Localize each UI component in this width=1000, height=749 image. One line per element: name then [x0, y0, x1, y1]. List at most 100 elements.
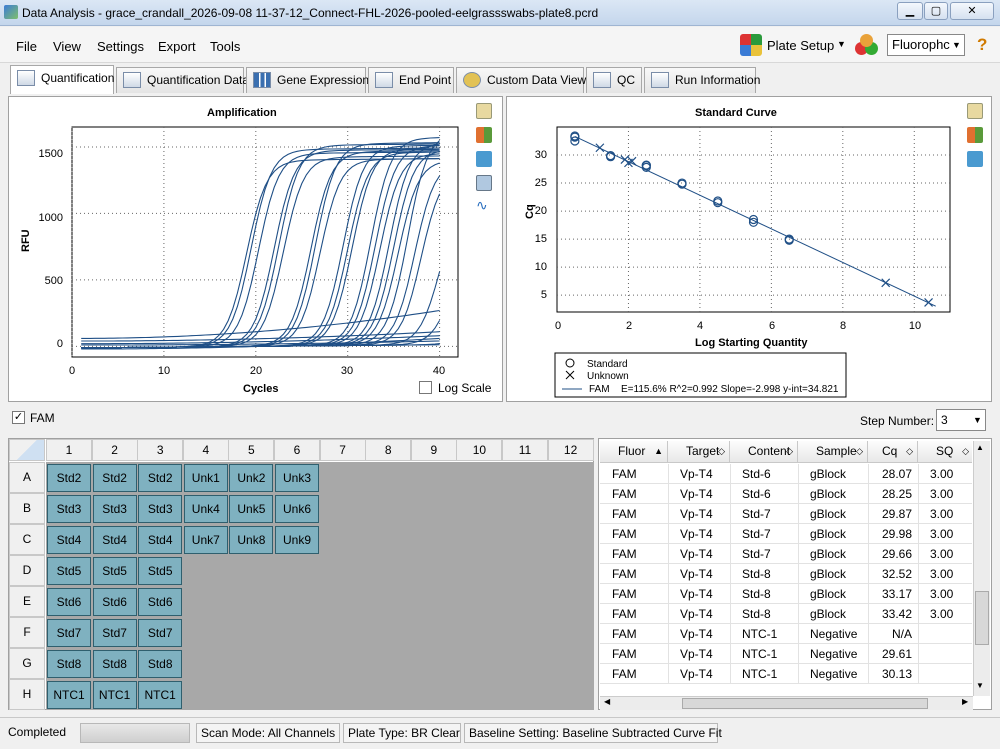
plate-row-header[interactable]: F [9, 617, 45, 648]
export-icon[interactable] [967, 151, 983, 167]
menu-file[interactable]: File [16, 39, 37, 54]
table-row[interactable]: FAM Vp-T4 Std-7 gBlock 29.87 3.00 [600, 504, 972, 524]
plate-setup-button[interactable]: Plate Setup ▼ [738, 31, 846, 59]
amplification-chart[interactable]: Cycles RFU 1500 1000 500 0 0 10 20 30 40 [9, 97, 479, 403]
menu-view[interactable]: View [53, 39, 81, 54]
tab-run-information[interactable]: Run Information [644, 67, 760, 93]
well-group-icon[interactable] [855, 34, 879, 56]
plate-column-header[interactable]: 8 [365, 439, 412, 461]
menu-tools[interactable]: Tools [210, 39, 240, 54]
column-header[interactable]: Target ◇ [668, 441, 730, 463]
table-row[interactable]: FAM Vp-T4 Std-8 gBlock 33.17 3.00 [600, 584, 972, 604]
fluorophore-select[interactable]: Fluorophc ▼ [887, 34, 965, 56]
export-icon[interactable] [476, 151, 492, 167]
standard-curve-chart[interactable]: Cq Log Starting Quantity 30 25 20 15 10 … [507, 97, 967, 403]
select-all-corner[interactable] [9, 439, 45, 461]
plate-well[interactable]: Std3 [138, 495, 183, 523]
plate-well[interactable]: Std6 [47, 588, 91, 616]
plate-well[interactable]: Unk7 [183, 526, 228, 554]
plate-well[interactable]: Std7 [92, 619, 137, 647]
plate-well[interactable]: Unk6 [275, 495, 319, 523]
plate-row-header[interactable]: H [9, 679, 45, 710]
plate-well[interactable]: NTC1 [138, 681, 183, 709]
close-button[interactable]: ✕ [950, 2, 994, 20]
plate-well[interactable]: Unk2 [229, 464, 274, 492]
plate-well[interactable]: Unk5 [229, 495, 274, 523]
tab-gene-expression[interactable]: Gene Expression [246, 67, 369, 93]
plate-column-header[interactable]: 7 [319, 439, 366, 461]
plate-column-header[interactable]: 6 [274, 439, 320, 461]
plate-well[interactable]: Std5 [138, 557, 183, 585]
plate-well[interactable]: Unk9 [275, 526, 319, 554]
column-header[interactable]: Fluor ▲ [600, 441, 668, 463]
chart-options-icon[interactable] [967, 127, 983, 143]
table-row[interactable]: FAM Vp-T4 Std-6 gBlock 28.25 3.00 [600, 484, 972, 504]
plate-well[interactable]: Std5 [92, 557, 137, 585]
plate-column-header[interactable]: 5 [228, 439, 275, 461]
tab-quantification[interactable]: Quantification [10, 65, 114, 94]
plate-well[interactable]: NTC1 [92, 681, 137, 709]
minimize-button[interactable]: ▁ [897, 2, 923, 20]
plate-well[interactable]: Std3 [92, 495, 137, 523]
scroll-right-icon[interactable]: ▶ [962, 697, 968, 706]
plate-well[interactable]: Std5 [47, 557, 91, 585]
tab-custom-data-view[interactable]: Custom Data View [456, 67, 586, 93]
column-header[interactable]: SQ ◇ [918, 441, 972, 463]
fam-checkbox[interactable]: ✓ [12, 411, 25, 424]
plate-well[interactable]: Std4 [138, 526, 183, 554]
help-icon[interactable]: ? [977, 35, 987, 55]
sort-icon[interactable]: ▲ [654, 441, 663, 462]
plate-well[interactable]: Std8 [92, 650, 137, 678]
log-scale-checkbox[interactable] [419, 381, 432, 394]
plate-well[interactable]: Unk1 [183, 464, 228, 492]
plate-well[interactable]: Std7 [138, 619, 183, 647]
plate-well[interactable]: Std2 [47, 464, 91, 492]
plate-well[interactable]: Std4 [92, 526, 137, 554]
plate-column-header[interactable]: 9 [410, 439, 457, 461]
plate-well[interactable]: Std2 [138, 464, 183, 492]
scroll-thumb[interactable] [975, 591, 989, 645]
h-scroll-thumb[interactable] [682, 698, 928, 709]
table-row[interactable]: FAM Vp-T4 NTC-1 Negative 30.13 [600, 664, 972, 684]
table-row[interactable]: FAM Vp-T4 NTC-1 Negative 29.61 [600, 644, 972, 664]
scroll-down-icon[interactable]: ▼ [976, 681, 984, 690]
plate-well[interactable]: Std6 [138, 588, 183, 616]
step-number-select[interactable]: 3 ▼ [936, 409, 986, 431]
plate-row-header[interactable]: D [9, 555, 45, 586]
table-row[interactable]: FAM Vp-T4 Std-6 gBlock 28.07 3.00 [600, 464, 972, 484]
menu-settings[interactable]: Settings [97, 39, 144, 54]
column-header[interactable]: Sample ◇ [798, 441, 868, 463]
table-row[interactable]: FAM Vp-T4 Std-7 gBlock 29.98 3.00 [600, 524, 972, 544]
table-row[interactable]: FAM Vp-T4 Std-7 gBlock 29.66 3.00 [600, 544, 972, 564]
trace-style-icon[interactable]: ∿ [476, 197, 492, 213]
table-row[interactable]: FAM Vp-T4 Std-8 gBlock 33.42 3.00 [600, 604, 972, 624]
plate-column-header[interactable]: 12 [547, 439, 594, 461]
plate-well[interactable]: Std7 [47, 619, 91, 647]
plate-row-header[interactable]: A [9, 462, 45, 493]
column-header[interactable]: Cq ◇ [868, 441, 918, 463]
tab-qc[interactable]: QC [586, 67, 642, 93]
scroll-up-icon[interactable]: ▲ [976, 443, 984, 452]
scroll-left-icon[interactable]: ◀ [604, 697, 610, 706]
plate-column-header[interactable]: 3 [137, 439, 184, 461]
plate-column-header[interactable]: 4 [182, 439, 229, 461]
plate-well[interactable]: Std3 [47, 495, 91, 523]
vertical-scrollbar[interactable]: ▲ ▼ [973, 441, 990, 696]
plate-row-header[interactable]: C [9, 524, 45, 555]
plate-column-header[interactable]: 10 [456, 439, 503, 461]
menu-export[interactable]: Export [158, 39, 196, 54]
chart-options-icon[interactable] [476, 127, 492, 143]
column-header[interactable]: Content ◇ [730, 441, 798, 463]
maximize-button[interactable]: ▢ [924, 2, 948, 20]
plate-row-header[interactable]: G [9, 648, 45, 679]
plate-well[interactable]: Std6 [92, 588, 137, 616]
plate-well[interactable]: Std8 [138, 650, 183, 678]
plate-column-header[interactable]: 2 [91, 439, 138, 461]
tab-end-point[interactable]: End Point [368, 67, 454, 93]
plate-well[interactable]: Unk3 [275, 464, 319, 492]
zoom-icon[interactable] [476, 175, 492, 191]
plate-well[interactable]: Std2 [92, 464, 137, 492]
plate-column-header[interactable]: 1 [46, 439, 92, 461]
plate-well[interactable]: Unk4 [183, 495, 228, 523]
table-row[interactable]: FAM Vp-T4 Std-8 gBlock 32.52 3.00 [600, 564, 972, 584]
